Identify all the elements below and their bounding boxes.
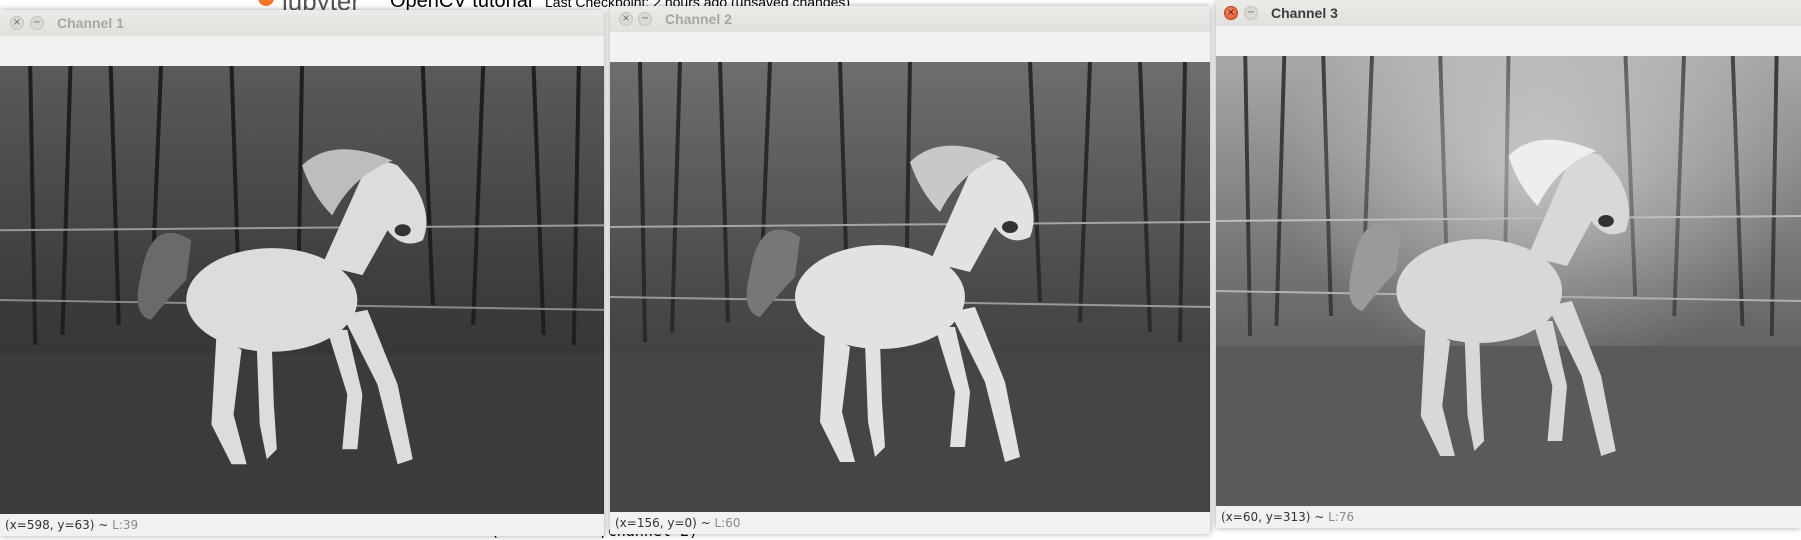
close-icon[interactable]: × xyxy=(619,12,633,26)
status-coordinates: (x=60, y=313) ~ xyxy=(1221,510,1329,524)
channel-image[interactable] xyxy=(0,66,604,514)
window-titlebar[interactable]: × − Channel 2 xyxy=(610,6,1210,33)
status-coordinates: (x=598, y=63) ~ xyxy=(5,518,113,532)
minimize-icon[interactable]: − xyxy=(1244,6,1258,20)
opencv-window-channel-3[interactable]: × − Channel 3 (x=60, y=313) ~ L:76 xyxy=(1216,0,1801,528)
window-title: Channel 3 xyxy=(1271,5,1338,21)
window-toolbar xyxy=(610,32,1210,62)
close-icon[interactable]: × xyxy=(1224,6,1238,20)
minimize-icon[interactable]: − xyxy=(638,12,652,26)
window-titlebar[interactable]: × − Channel 1 xyxy=(0,10,604,37)
status-bar: (x=60, y=313) ~ L:76 xyxy=(1216,506,1801,528)
status-level: L:39 xyxy=(112,518,139,532)
jupyter-logo-icon xyxy=(258,0,274,6)
horse-image xyxy=(610,62,1210,512)
status-level: L:76 xyxy=(1328,510,1355,524)
status-coordinates: (x=156, y=0) ~ xyxy=(615,516,715,530)
channel-image[interactable] xyxy=(1216,56,1801,506)
window-toolbar xyxy=(1216,26,1801,56)
window-title: Channel 1 xyxy=(57,15,124,31)
window-toolbar xyxy=(0,36,604,66)
status-bar: (x=156, y=0) ~ L:60 xyxy=(610,512,1210,534)
close-icon[interactable]: × xyxy=(10,16,24,30)
opencv-window-channel-1[interactable]: × − Channel 1 (x=598, y=63) ~ L:39 xyxy=(0,10,604,536)
horse-image xyxy=(1216,56,1801,506)
window-title: Channel 2 xyxy=(665,11,732,27)
horse-image xyxy=(0,66,604,514)
status-level: L:60 xyxy=(714,516,741,530)
status-bar: (x=598, y=63) ~ L:39 xyxy=(0,514,604,536)
channel-image[interactable] xyxy=(610,62,1210,512)
minimize-icon[interactable]: − xyxy=(30,16,44,30)
opencv-window-channel-2[interactable]: × − Channel 2 (x=156, y=0) ~ L:60 xyxy=(610,6,1210,534)
window-titlebar[interactable]: × − Channel 3 xyxy=(1216,0,1801,27)
